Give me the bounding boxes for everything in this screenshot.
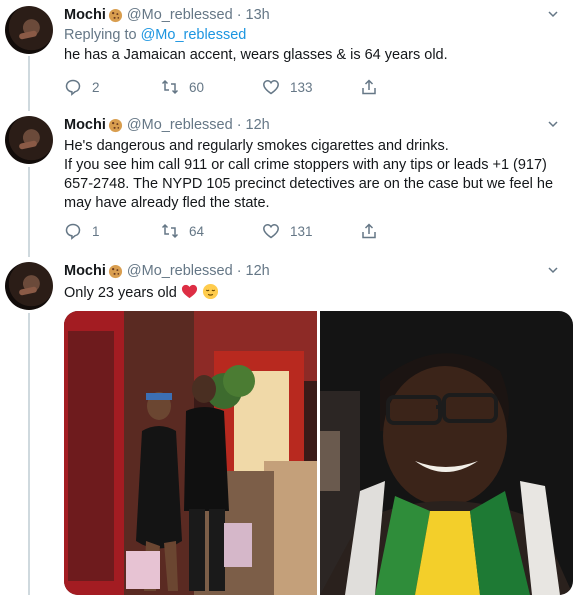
share-button[interactable] <box>360 78 378 96</box>
relieved-face-emoji <box>202 283 218 300</box>
tweet-text-line: He's dangerous and regularly smokes ciga… <box>64 138 449 154</box>
red-heart-emoji <box>181 284 197 299</box>
like-count: 133 <box>290 79 313 95</box>
display-name[interactable]: Mochi <box>64 263 106 279</box>
retweet-button[interactable]: 64 <box>161 222 204 240</box>
timestamp[interactable]: 13h <box>246 7 270 23</box>
retweet-count: 60 <box>189 79 205 95</box>
user-handle[interactable]: @Mo_reblessed <box>127 117 233 133</box>
share-icon <box>362 223 376 239</box>
separator-dot: · <box>236 117 242 133</box>
avatar[interactable] <box>5 262 53 310</box>
avatar[interactable] <box>5 116 53 164</box>
like-button[interactable]: 133 <box>262 78 313 96</box>
cookie-emoji <box>108 264 122 278</box>
tweet-text: Only 23 years old <box>64 283 563 303</box>
photo-man[interactable] <box>320 311 573 595</box>
tweet-text: he has a Jamaican accent, wears glasses … <box>64 47 448 63</box>
like-count: 131 <box>290 223 313 239</box>
tweet-media[interactable] <box>64 311 573 595</box>
reply-button[interactable]: 1 <box>64 222 100 240</box>
tweet-header: Mochi @Mo_reblessed · 12h <box>64 116 563 134</box>
user-handle[interactable]: @Mo_reblessed <box>127 263 233 279</box>
cookie-emoji <box>108 118 122 132</box>
reply-count: 2 <box>92 79 100 95</box>
tweet[interactable]: Mochi @Mo_reblessed · 12h He's dangerous… <box>0 111 575 257</box>
reply-button[interactable]: 2 <box>64 78 100 96</box>
retweet-icon <box>161 223 179 239</box>
retweet-icon <box>161 79 179 95</box>
tweet-text-line: may have already fled the state. <box>64 195 270 211</box>
like-icon <box>263 80 279 95</box>
display-name[interactable]: Mochi <box>64 117 106 133</box>
reply-count: 1 <box>92 223 100 239</box>
tweet-text-line: 657-2748. The NYPD 105 precinct detectiv… <box>64 176 554 192</box>
tweet-header: Mochi @Mo_reblessed · 12h <box>64 262 563 280</box>
separator-dot: · <box>236 7 242 23</box>
cookie-emoji <box>108 8 122 22</box>
tweet-text: He's dangerous and regularly smokes ciga… <box>64 137 563 213</box>
retweet-count: 64 <box>189 223 205 239</box>
man-photo-image <box>320 311 573 595</box>
couple-photo-image <box>64 311 317 595</box>
timestamp[interactable]: 12h <box>246 117 270 133</box>
photo-couple[interactable] <box>64 311 317 595</box>
like-button[interactable]: 131 <box>262 222 313 240</box>
display-name[interactable]: Mochi <box>64 7 106 23</box>
like-icon <box>263 224 279 239</box>
timestamp[interactable]: 12h <box>246 263 270 279</box>
chevron-down-icon[interactable] <box>547 8 559 20</box>
user-handle[interactable]: @Mo_reblessed <box>127 7 233 23</box>
tweet-header: Mochi @Mo_reblessed · 13h <box>64 6 563 24</box>
replying-to: Replying to @Mo_reblessed <box>64 27 247 43</box>
reply-icon <box>65 223 81 240</box>
chevron-down-icon[interactable] <box>547 264 559 276</box>
tweet-text-line: If you see him call 911 or call crime st… <box>64 157 547 173</box>
avatar[interactable] <box>5 6 53 54</box>
tweet[interactable]: Mochi @Mo_reblessed · 13h Replying to @M… <box>0 0 575 108</box>
retweet-button[interactable]: 60 <box>161 78 204 96</box>
share-button[interactable] <box>360 222 378 240</box>
chevron-down-icon[interactable] <box>547 118 559 130</box>
share-icon <box>362 79 376 95</box>
reply-icon <box>65 79 81 96</box>
tweet-actions: 2 60 133 <box>64 77 394 97</box>
tweet-actions: 1 64 131 <box>64 221 394 241</box>
separator-dot: · <box>236 263 242 279</box>
reply-to-link[interactable]: @Mo_reblessed <box>141 27 247 43</box>
